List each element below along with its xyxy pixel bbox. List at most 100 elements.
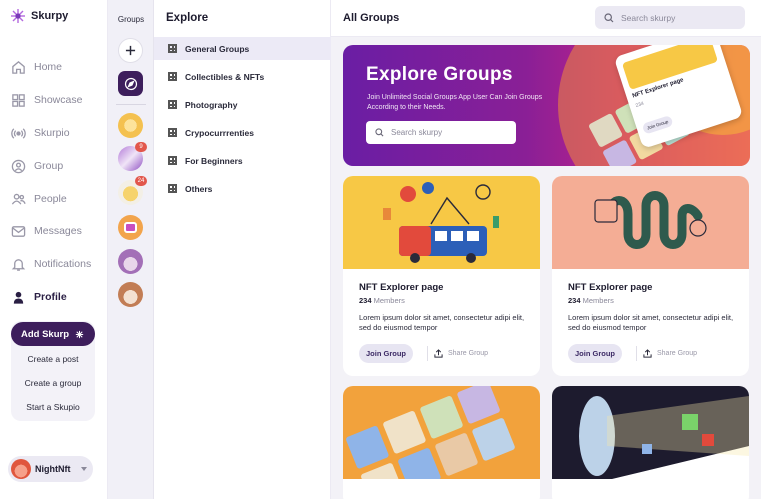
notification-badge: 9 <box>135 142 147 152</box>
grid-icon <box>168 100 177 109</box>
grid-icon <box>168 156 177 165</box>
nav-item-people[interactable]: People <box>11 191 67 207</box>
nav-item-messages[interactable]: Messages <box>11 223 82 239</box>
app-window: Skurpy Home Showcase Skurpio Group Peopl… <box>0 0 761 499</box>
card-members: 234 Members <box>568 296 614 305</box>
search-input[interactable]: Search skurpy <box>595 6 745 29</box>
group-card[interactable] <box>343 386 540 499</box>
plus-icon <box>125 45 136 56</box>
nav-item-notifications[interactable]: Notifications <box>11 256 91 272</box>
category-label: General Groups <box>185 43 250 54</box>
mini-card-join: Join Group <box>641 114 674 135</box>
sparkle-icon <box>75 330 84 338</box>
broadcast-icon <box>11 127 26 139</box>
card-title: NFT Explorer page <box>568 282 653 293</box>
category-label: Collectibles & NFTs <box>185 71 265 82</box>
join-group-button[interactable]: Join Group <box>359 344 413 363</box>
share-label: Share Group <box>448 350 489 357</box>
skurpy-logo-icon <box>11 9 25 23</box>
page-title: All Groups <box>343 12 400 24</box>
group-card-illustration <box>552 386 749 479</box>
category-others[interactable]: Others <box>154 177 331 200</box>
category-label: For Beginners <box>185 155 243 166</box>
create-group-item[interactable]: Create a group <box>11 378 95 388</box>
card-description: Lorem ipsum dolor sit amet, consectetur … <box>359 313 525 332</box>
notification-badge: 24 <box>135 176 147 186</box>
add-group-button[interactable] <box>118 38 143 63</box>
nav-item-home[interactable]: Home <box>11 59 62 75</box>
rail-title: Groups <box>117 15 145 24</box>
hero-search-input[interactable]: Search skurpy <box>366 121 516 144</box>
hero-search-placeholder: Search skurpy <box>391 128 443 137</box>
start-skupio-item[interactable]: Start a Skupio <box>11 402 95 412</box>
grid-icon <box>168 72 177 81</box>
grid-icon <box>168 44 177 53</box>
showcase-icon <box>12 93 25 107</box>
group-card[interactable]: NFT Explorer page 234 Members Lorem ipsu… <box>552 176 749 376</box>
caret-down-icon <box>80 467 87 471</box>
category-collectibles[interactable]: Collectibles & NFTs <box>154 65 331 88</box>
camera-icon <box>124 222 137 233</box>
group-card[interactable] <box>552 386 749 499</box>
group-avatar-4[interactable] <box>118 215 143 240</box>
category-cryptocurrencies[interactable]: Crypocurrrenties <box>154 121 331 144</box>
category-general-groups[interactable]: General Groups <box>154 37 331 60</box>
search-icon <box>375 128 384 137</box>
group-card-illustration <box>552 176 749 269</box>
mini-card-members: 234 <box>634 100 645 109</box>
group-avatar-3[interactable]: 24 <box>118 176 147 205</box>
nav-item-label: Notifications <box>34 258 92 270</box>
brand-name: Skurpy <box>31 10 69 22</box>
rail-divider <box>116 104 146 105</box>
group-icon <box>11 159 26 173</box>
nav-item-profile[interactable]: Profile <box>11 289 67 305</box>
groups-rail: Groups 9 24 <box>108 0 154 499</box>
profile-icon <box>13 291 24 304</box>
nav-item-label: Home <box>34 61 63 73</box>
group-avatar-6[interactable] <box>118 282 143 307</box>
category-photography[interactable]: Photography <box>154 93 331 116</box>
share-group-button[interactable]: Share Group <box>636 346 697 361</box>
home-icon <box>12 60 25 74</box>
brand-logo[interactable]: Skurpy <box>10 8 68 24</box>
explore-groups-button[interactable] <box>118 71 143 96</box>
category-label: Crypocurrrenties <box>185 127 254 138</box>
explore-hero-banner: NFT Explorer page 234 Join Group Explore… <box>343 45 750 166</box>
nav-item-showcase[interactable]: Showcase <box>11 92 82 108</box>
explore-title: Explore <box>166 12 209 24</box>
category-beginners[interactable]: For Beginners <box>154 149 331 172</box>
nav-item-label: Messages <box>34 225 82 237</box>
search-placeholder: Search skurpy <box>621 12 676 23</box>
nav-item-label: Skurpio <box>34 127 70 139</box>
group-card[interactable]: NFT Explorer page 234 Members Lorem ipsu… <box>343 176 540 376</box>
card-members: 234 Members <box>359 296 405 305</box>
nav-item-label: People <box>34 193 67 205</box>
join-group-button[interactable]: Join Group <box>568 344 622 363</box>
hero-description: Join Unlimited Social Groups App User Ca… <box>367 94 543 111</box>
nav-item-group[interactable]: Group <box>11 158 63 174</box>
user-menu[interactable]: NightNft <box>8 456 93 482</box>
category-label: Photography <box>185 99 238 110</box>
add-skurp-label: Add Skurp <box>20 328 70 340</box>
search-icon <box>604 12 614 22</box>
create-post-item[interactable]: Create a post <box>11 354 95 364</box>
share-group-button[interactable]: Share Group <box>427 346 488 361</box>
group-card-illustration <box>343 386 540 479</box>
card-description: Lorem ipsum dolor sit amet, consectetur … <box>568 313 734 332</box>
explore-panel: Explore General Groups Collectibles & NF… <box>154 0 331 499</box>
compass-icon <box>124 77 137 90</box>
avatar <box>11 459 31 479</box>
mail-icon <box>11 225 26 237</box>
people-icon <box>11 193 26 205</box>
group-avatar-5[interactable] <box>118 249 143 274</box>
add-skurp-button[interactable]: Add Skurp <box>11 322 95 346</box>
share-icon <box>434 349 443 358</box>
card-title: NFT Explorer page <box>359 282 444 293</box>
category-label: Others <box>185 183 213 194</box>
nav-item-label: Profile <box>34 291 67 303</box>
main-content: All Groups Search skurpy NFT Explorer pa… <box>331 0 761 499</box>
group-avatar-2[interactable]: 9 <box>118 142 147 171</box>
group-avatar-1[interactable] <box>118 113 143 138</box>
nav-item-skurpio[interactable]: Skurpio <box>11 125 70 141</box>
user-name: NightNft <box>35 464 71 474</box>
